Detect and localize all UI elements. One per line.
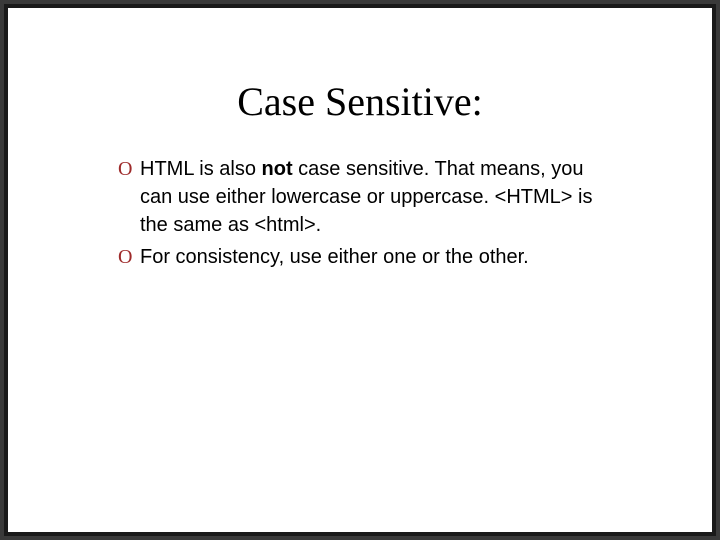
list-item: O For consistency, use either one or the… bbox=[118, 243, 602, 271]
slide-title: Case Sensitive: bbox=[8, 78, 712, 125]
slide-frame: Case Sensitive: O HTML is also not case … bbox=[4, 4, 716, 536]
bullet-text-pre: HTML is also bbox=[140, 158, 262, 180]
bullet-text: For consistency, use either one or the o… bbox=[140, 243, 529, 271]
bullet-icon: O bbox=[118, 243, 140, 271]
slide: Case Sensitive: O HTML is also not case … bbox=[8, 8, 712, 532]
bullet-text-bold: not bbox=[262, 158, 293, 180]
bullet-text: HTML is also not case sensitive. That me… bbox=[140, 155, 602, 239]
slide-content: O HTML is also not case sensitive. That … bbox=[118, 155, 602, 271]
list-item: O HTML is also not case sensitive. That … bbox=[118, 155, 602, 239]
bullet-icon: O bbox=[118, 155, 140, 183]
